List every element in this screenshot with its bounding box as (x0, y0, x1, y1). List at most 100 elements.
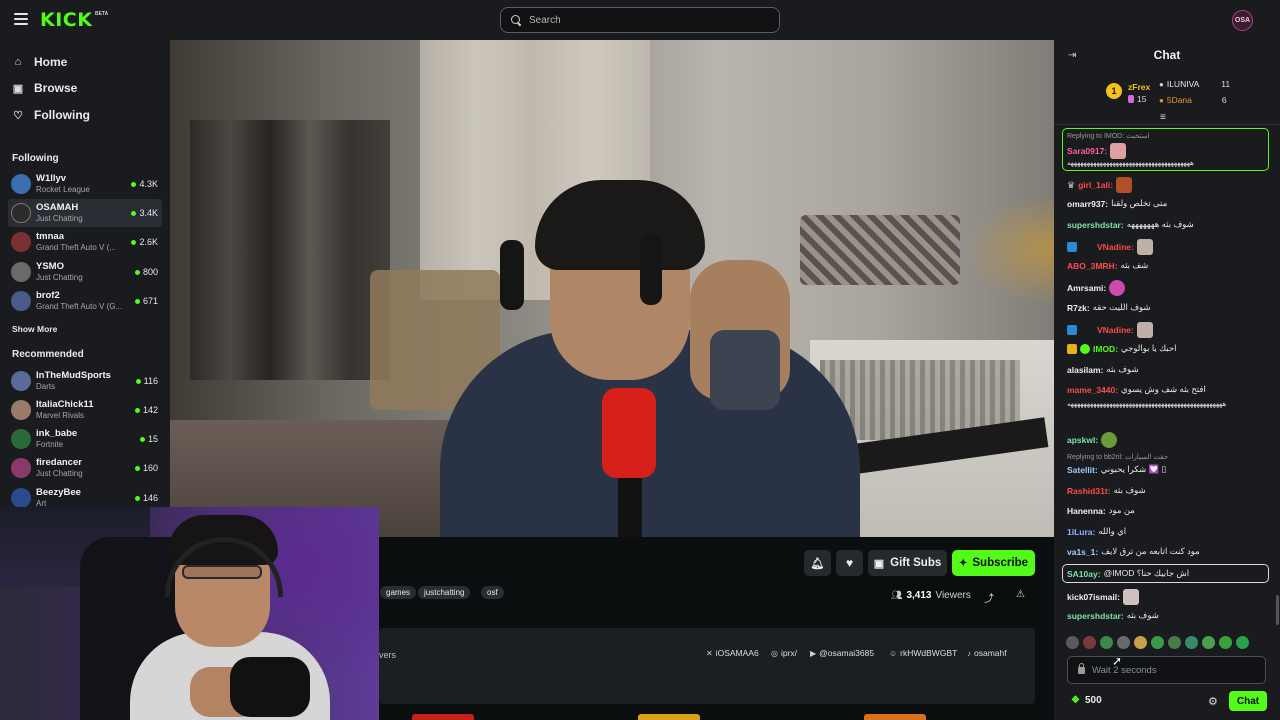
notification-button[interactable]: 🔔︎ (804, 550, 831, 576)
live-dot-icon (134, 465, 140, 471)
kick-logo[interactable]: KICK (40, 10, 92, 30)
social-youtube[interactable]: ▶ @osamai3685 (810, 648, 874, 658)
viewer-count-value: 146 (142, 493, 158, 503)
social-label: iOSAMAA6 (715, 648, 759, 658)
chat-username[interactable]: Satellit: (1067, 465, 1098, 475)
viewer-count: 116 (135, 376, 158, 386)
chat-username[interactable]: R7zk: (1067, 303, 1090, 313)
chat-username[interactable]: alasilam: (1067, 365, 1103, 375)
sidebar-channel-ink-babe[interactable]: ink_babe Fortnite 15 (8, 425, 162, 453)
gear-icon[interactable]: ⚙ (1208, 695, 1218, 708)
chat-username[interactable]: omarr937: (1067, 199, 1108, 209)
tag-games[interactable]: games (380, 586, 417, 599)
emote-icon[interactable] (1185, 635, 1198, 649)
chat-username[interactable]: supershdstar: (1067, 220, 1124, 230)
leaderboard-first[interactable]: zFrex 15 (1128, 81, 1150, 105)
chat-message: هههههههههههههههههههههههههههههههههههههههه… (1067, 400, 1262, 410)
chat-username[interactable]: supershdstar: (1067, 611, 1124, 621)
emote-icon[interactable] (1151, 635, 1164, 649)
channel-points-value: 500 (1084, 695, 1102, 706)
leaderboard-rank-badge: 1 (1106, 83, 1122, 99)
chat-username[interactable]: SA10ay: (1067, 569, 1101, 579)
viewer-count-value: 15 (147, 434, 158, 444)
share-icon[interactable]: ⤴ (984, 590, 994, 605)
chat-username[interactable]: VNadine: (1097, 242, 1134, 252)
sidebar-channel-osamah[interactable]: OSAMAH Just Chatting 3.4K (8, 199, 162, 227)
chat-message: VNadine: (1067, 322, 1153, 338)
leaderboard-third[interactable]: ● 5Dana 6 (1159, 94, 1227, 106)
expand-leaderboard-icon[interactable]: ≡ (1160, 112, 1166, 123)
sidebar-channel-ysmo[interactable]: YSMO Just Chatting 800 (8, 258, 162, 286)
chat-username[interactable]: 1iLura: (1067, 527, 1095, 537)
emote-icon (1122, 589, 1139, 605)
chat-username[interactable]: IMOD: (1093, 344, 1118, 354)
chat-input[interactable]: Wait 2 seconds (1067, 656, 1266, 684)
instagram-icon: ◎ (771, 648, 778, 658)
follow-button[interactable]: ♥ (836, 550, 863, 576)
tag-justchatting[interactable]: justchatting (418, 586, 471, 599)
emote-icon[interactable] (1066, 635, 1079, 649)
chat-username[interactable]: Sara0917: (1067, 146, 1107, 156)
emote-icon[interactable] (1168, 635, 1181, 649)
chat-username[interactable]: Hanenna: (1067, 506, 1106, 516)
menu-icon[interactable] (14, 13, 28, 25)
leaderboard-second[interactable]: ● ILUNIVA 11 (1159, 78, 1230, 90)
user-avatar[interactable]: OSA (1232, 10, 1253, 31)
viewer-count-label: Viewers (935, 590, 971, 601)
emote-icon[interactable] (1100, 635, 1113, 649)
viewer-count: 2.6K (131, 237, 158, 247)
vip-badge-icon (1067, 343, 1077, 354)
nav-home[interactable]: ⌂ Home (12, 55, 68, 69)
live-dot-icon (131, 239, 137, 245)
chat-username[interactable]: Rashid31t: (1067, 486, 1110, 496)
emote-icon[interactable] (1202, 635, 1215, 649)
viewer-count-value: 3,413 (906, 590, 932, 601)
chat-username[interactable]: apskwl: (1067, 435, 1098, 445)
social-x[interactable]: ✕ iOSAMAA6 (706, 648, 759, 658)
panel-ribbon (638, 714, 700, 720)
channel-category: Rocket League (36, 185, 90, 194)
chat-username[interactable]: ABO_3MRH: (1067, 261, 1118, 271)
search-input[interactable]: Search (500, 7, 780, 33)
emote-icon[interactable] (1219, 635, 1232, 649)
video-player[interactable] (170, 40, 1054, 537)
chat-username[interactable]: mame_3440: (1067, 385, 1118, 395)
live-dot-icon (139, 436, 145, 442)
sidebar-channel-inthemudsports[interactable]: InTheMudSports Darts 116 (8, 367, 162, 395)
sidebar-channel-brof2[interactable]: brof2 Grand Theft Auto V (G... 671 (8, 287, 162, 315)
subscribe-label: Subscribe (972, 557, 1028, 569)
points-icon: ❖ (1071, 695, 1080, 706)
show-more-button[interactable]: Show More (12, 324, 57, 334)
send-chat-button[interactable]: Chat (1229, 691, 1267, 711)
chat-username[interactable]: VNadine: (1097, 325, 1134, 335)
nav-browse[interactable]: ▣ Browse (12, 81, 78, 95)
tag-osf[interactable]: osf (481, 586, 504, 599)
report-icon[interactable]: ⚠ (1016, 589, 1025, 600)
channel-category: Darts (36, 382, 56, 391)
chat-username[interactable]: Amrsami: (1067, 283, 1106, 293)
sidebar-channel-italiachick11[interactable]: ItaliaChick11 Marvel Rivals 142 (8, 396, 162, 424)
emote-icon[interactable] (1134, 635, 1147, 649)
leaderboard-count: 6 (1221, 95, 1227, 105)
channel-points[interactable]: ❖ 500 (1071, 695, 1102, 706)
sidebar-channel-tmnaa[interactable]: tmnaa Grand Theft Auto V (... 2.6K (8, 228, 162, 256)
sidebar-channel-w1llyv[interactable]: W1llyv Rocket League 4.3K (8, 170, 162, 198)
emote-icon[interactable] (1083, 635, 1096, 649)
subscribe-button[interactable]: ✦ Subscribe (952, 550, 1035, 576)
chat-username[interactable]: kick07ismail: (1067, 592, 1120, 602)
social-instagram[interactable]: ◎ iprx/ (771, 648, 797, 658)
nav-following[interactable]: ♡ Following (12, 108, 90, 122)
channel-category: Fortnite (36, 440, 64, 449)
recommended-title: Recommended (12, 349, 84, 360)
gift-subs-button[interactable]: ▣ Gift Subs (868, 550, 947, 576)
emote-icon[interactable] (1117, 635, 1130, 649)
social-label: osamahf (974, 648, 1007, 658)
chat-username[interactable]: girl_1ali: (1078, 180, 1113, 190)
social-tiktok[interactable]: ♪ osamahf (967, 648, 1007, 658)
chat-text: افتح بثه شف وش يسوي (1121, 384, 1206, 394)
chat-username[interactable]: va1s_1: (1067, 547, 1098, 557)
sidebar-channel-firedancer[interactable]: firedancer Just Chatting 160 (8, 454, 162, 482)
emote-icon[interactable] (1236, 635, 1249, 649)
social-discord[interactable]: ☺ rkHWdBWGBT (889, 648, 957, 658)
chat-scrollbar[interactable] (1276, 595, 1279, 625)
